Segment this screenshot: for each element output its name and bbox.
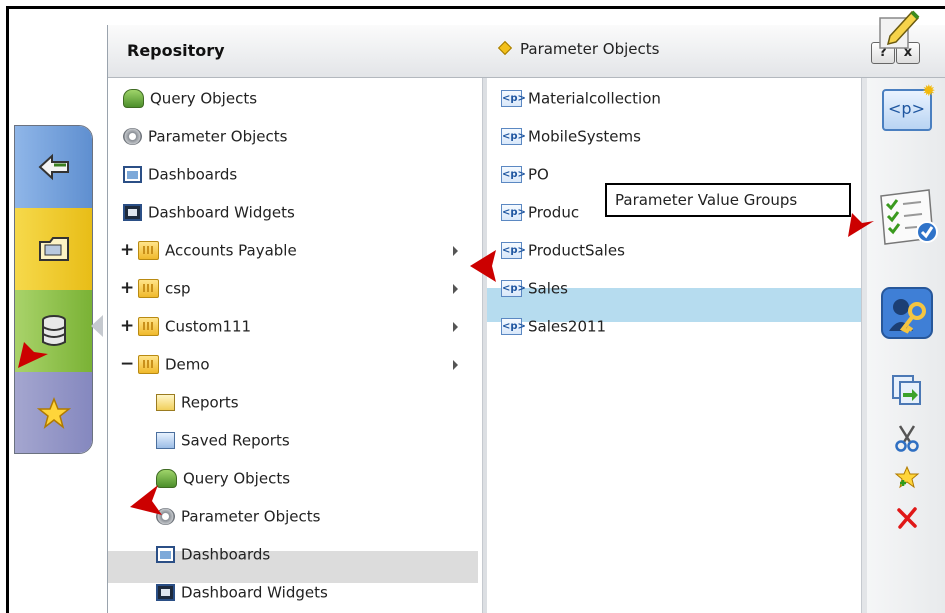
tree-item-saved-reports[interactable]: Saved Reports xyxy=(156,425,290,455)
copy-icon xyxy=(891,375,921,405)
delete-icon xyxy=(896,507,917,529)
reports-icon xyxy=(156,394,175,411)
new-parameter-icon: <p> ✹ xyxy=(881,83,936,131)
chevron-right-icon[interactable] xyxy=(453,322,458,332)
tree-item-dashboards[interactable]: Dashboards xyxy=(123,159,237,189)
nav-active-caret xyxy=(91,315,103,337)
chevron-right-icon[interactable] xyxy=(453,246,458,256)
tree-item-demo-dashboard-widgets[interactable]: Dashboard Widgets xyxy=(156,577,328,607)
edit-icon xyxy=(879,10,920,49)
parameter-object-icon: <p> xyxy=(501,204,526,221)
tree-item-query-objects[interactable]: Query Objects xyxy=(123,83,257,113)
parameter-object-icon: <p> xyxy=(501,90,526,107)
expand-toggle[interactable]: + xyxy=(120,273,134,303)
expand-toggle[interactable]: + xyxy=(120,311,134,341)
saved-reports-icon xyxy=(156,432,175,449)
query-objects-icon xyxy=(123,89,144,108)
annotation-arrow xyxy=(130,485,162,515)
list-item[interactable]: <p> Sales xyxy=(501,273,568,303)
delete-button[interactable] xyxy=(867,501,945,535)
chevron-right-icon[interactable] xyxy=(453,360,458,370)
folder-icon xyxy=(138,355,159,374)
tree-item-demo-query-objects[interactable]: Query Objects xyxy=(156,463,290,493)
panel-header: Repository Parameter Objects ? x xyxy=(108,25,945,78)
repository-panel: Repository Parameter Objects ? x Query O… xyxy=(107,25,945,613)
parameter-object-icon: <p> xyxy=(501,128,526,145)
list-item[interactable]: <p> Materialcollection xyxy=(501,83,661,113)
expand-toggle[interactable]: + xyxy=(120,235,134,265)
folder-icon xyxy=(138,279,159,298)
user-key-icon xyxy=(880,287,933,339)
scissors-icon xyxy=(894,425,919,452)
collapse-toggle[interactable]: − xyxy=(120,349,134,379)
list-item[interactable]: <p> PO xyxy=(501,159,549,189)
tooltip: Parameter Value Groups xyxy=(605,183,851,217)
annotation-arrow xyxy=(18,342,48,368)
parameter-value-groups-button[interactable] xyxy=(867,182,945,252)
tree-item-parameter-objects[interactable]: Parameter Objects xyxy=(123,121,287,151)
breadcrumb-label: Parameter Objects xyxy=(520,40,660,58)
add-favorite-button[interactable] xyxy=(867,461,945,495)
left-nav-bar xyxy=(14,125,93,454)
tree-item-dashboard-widgets[interactable]: Dashboard Widgets xyxy=(123,197,295,227)
copy-button[interactable] xyxy=(867,370,945,410)
checklist-icon xyxy=(879,189,938,245)
window-frame-top xyxy=(6,6,945,9)
security-button[interactable] xyxy=(867,283,945,343)
nav-files-button[interactable] xyxy=(15,208,92,290)
nav-home-button[interactable] xyxy=(15,126,92,208)
breadcrumb: Parameter Objects xyxy=(497,40,660,58)
tree-item-accounts-payable[interactable]: + Accounts Payable xyxy=(120,235,297,265)
tree-item-csp[interactable]: + csp xyxy=(120,273,191,303)
new-parameter-icon-text: <p> xyxy=(888,99,925,118)
tree-item-demo-parameter-objects[interactable]: Parameter Objects xyxy=(156,501,320,531)
new-parameter-button[interactable]: <p> ✹ xyxy=(867,83,945,136)
star-icon xyxy=(36,397,71,429)
annotation-arrow xyxy=(470,250,496,282)
diamond-icon xyxy=(497,40,513,56)
folder-icon xyxy=(138,317,159,336)
parameter-object-icon: <p> xyxy=(501,242,526,259)
list-item-selected[interactable]: <p> ProductSales xyxy=(501,235,625,265)
parameter-object-icon: <p> xyxy=(501,318,526,335)
tree-item-demo-dashboards[interactable]: Dashboards xyxy=(156,539,270,569)
parameter-object-icon: <p> xyxy=(501,280,526,297)
folder-icon xyxy=(138,241,159,260)
list-item[interactable]: <p> MobileSystems xyxy=(501,121,641,151)
nav-favorites-button[interactable] xyxy=(15,372,92,453)
parameter-objects-list: <p> Materialcollection <p> MobileSystems <… xyxy=(487,78,861,613)
cut-button[interactable] xyxy=(867,421,945,455)
folder-icon xyxy=(38,237,69,261)
add-star-icon xyxy=(894,465,919,489)
dashboard-widgets-icon xyxy=(156,584,175,601)
page-title: Repository xyxy=(127,41,225,60)
folder-tree: Query Objects Parameter Objects Dashboar… xyxy=(108,78,478,613)
dashboards-icon xyxy=(156,546,175,563)
parameter-object-icon: <p> xyxy=(501,166,526,183)
parameter-objects-icon xyxy=(123,128,142,145)
dashboard-widgets-icon xyxy=(123,204,142,221)
sparkle-icon: ✹ xyxy=(922,81,936,100)
window-frame-left xyxy=(6,6,9,613)
tree-item-custom111[interactable]: + Custom111 xyxy=(120,311,251,341)
chevron-right-icon[interactable] xyxy=(453,284,458,294)
tree-item-reports[interactable]: Reports xyxy=(156,387,239,417)
tree-item-demo[interactable]: − Demo xyxy=(120,349,210,379)
tools-toolbar: <p> ✹ xyxy=(867,78,945,613)
back-arrow-icon xyxy=(38,153,69,181)
list-item[interactable]: <p> Sales2011 xyxy=(501,311,606,341)
dashboards-icon xyxy=(123,166,142,183)
list-item[interactable]: <p> Produc xyxy=(501,197,579,227)
